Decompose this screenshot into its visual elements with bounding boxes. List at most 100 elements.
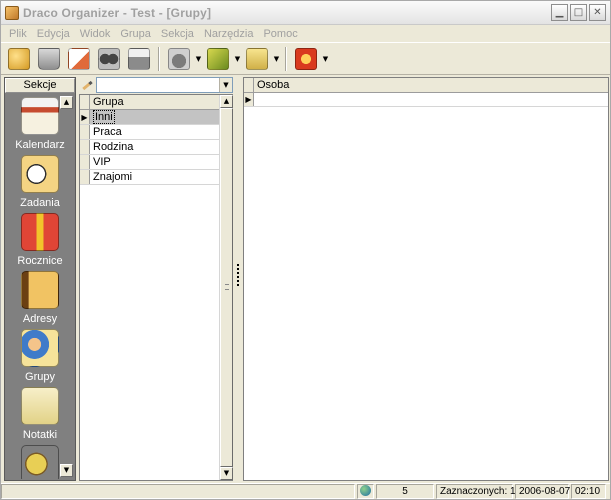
status-bar: 5 Zaznaczonych: 1 2006-08-07 02:10 xyxy=(1,483,610,499)
notes-icon xyxy=(21,387,59,425)
close-icon: ✕ xyxy=(593,7,602,18)
table-row[interactable]: VIP xyxy=(80,155,220,170)
tools-button[interactable] xyxy=(203,45,233,73)
persons-button[interactable] xyxy=(4,45,34,73)
chevron-down-icon: ▼ xyxy=(63,466,70,474)
sync-dropdown[interactable]: ▼ xyxy=(321,45,330,73)
sidebar-item-adresy[interactable]: Adresy xyxy=(5,271,75,325)
sync-button[interactable] xyxy=(291,45,321,73)
sidebar-item-grupy[interactable]: Grupy xyxy=(5,329,75,383)
gift-icon xyxy=(21,213,59,251)
current-row-icon: ▶ xyxy=(80,110,90,124)
persons-icon xyxy=(8,47,30,70)
grip-icon xyxy=(237,264,239,286)
find-button[interactable] xyxy=(94,45,124,73)
table-row[interactable]: Praca xyxy=(80,125,220,140)
sidebar-item-zadania[interactable]: Zadania xyxy=(5,155,75,209)
table-row[interactable]: ▶ Inni xyxy=(80,110,220,125)
groups-pane: ▼ Grupa ▶ Inni Praca Rodzina VIP Znajomi… xyxy=(79,77,233,481)
phone-dropdown[interactable]: ▼ xyxy=(194,45,203,73)
status-count: 5 xyxy=(376,484,434,499)
group-cell[interactable]: Praca xyxy=(90,125,220,139)
maximize-button[interactable]: □ xyxy=(570,4,587,21)
sidebar-item-label: Adresy xyxy=(22,313,58,325)
table-row[interactable]: Rodzina xyxy=(80,140,220,155)
add-button[interactable] xyxy=(242,45,272,73)
chevron-down-icon: ▼ xyxy=(223,81,229,89)
chevron-down-icon: ▼ xyxy=(223,469,230,477)
pane-splitter[interactable] xyxy=(234,77,242,481)
tools-icon xyxy=(21,445,59,479)
sidebar-item-label: Notatki xyxy=(22,429,58,441)
table-row[interactable]: Znajomi xyxy=(80,170,220,185)
sidebar-header[interactable]: Sekcje xyxy=(5,78,75,93)
minimize-icon: ▁ xyxy=(555,7,564,18)
sections-sidebar: Sekcje Kalendarz Zadania Rocznice Adresy… xyxy=(4,77,76,481)
add-icon xyxy=(246,47,268,70)
group-cell[interactable]: Znajomi xyxy=(90,170,220,184)
menu-pomoc[interactable]: Pomoc xyxy=(258,28,302,40)
edit-icon xyxy=(68,47,90,70)
status-date: 2006-08-07 xyxy=(515,484,570,499)
group-search-dropdown[interactable]: ▼ xyxy=(219,78,232,92)
persons-pane: Osoba ▶ xyxy=(243,77,609,481)
column-header-grupa[interactable]: Grupa xyxy=(90,95,220,109)
menu-plik[interactable]: Plik xyxy=(4,28,32,40)
maximize-icon: □ xyxy=(573,7,584,18)
scroll-thumb[interactable] xyxy=(220,108,233,467)
status-globe xyxy=(357,484,374,499)
menu-edycja[interactable]: Edycja xyxy=(32,28,75,40)
group-cell[interactable]: Rodzina xyxy=(90,140,220,154)
group-icon xyxy=(21,329,59,367)
menu-grupa[interactable]: Grupa xyxy=(115,28,156,40)
chevron-down-icon: ▼ xyxy=(195,54,202,63)
group-cell[interactable]: VIP xyxy=(90,155,220,169)
title-bar[interactable]: Draco Organizer - Test - [Grupy] ▁ □ ✕ xyxy=(1,1,610,25)
address-book-icon xyxy=(21,271,59,309)
chevron-down-icon: ▼ xyxy=(273,54,280,63)
scroll-down-button[interactable]: ▼ xyxy=(220,467,233,480)
sidebar-item-label: Zadania xyxy=(20,197,60,209)
toolbar: ▼ ▼ ▼ ▼ xyxy=(1,42,610,75)
group-cell[interactable]: Inni xyxy=(90,110,220,124)
delete-button[interactable] xyxy=(34,45,64,73)
phone-button[interactable] xyxy=(164,45,194,73)
column-header-osoba[interactable]: Osoba xyxy=(254,78,608,92)
row-indicator xyxy=(80,170,90,184)
sidebar-scroll-up[interactable]: ▲ xyxy=(60,96,73,109)
menu-narzedzia[interactable]: Narzędzia xyxy=(199,28,259,40)
menu-sekcja[interactable]: Sekcja xyxy=(156,28,199,40)
group-search-combo[interactable]: ▼ xyxy=(96,77,233,93)
status-time: 02:10 xyxy=(571,484,606,499)
app-icon[interactable] xyxy=(5,5,19,20)
status-message xyxy=(1,484,355,499)
groups-grid: Grupa ▶ Inni Praca Rodzina VIP Znajomi ▲… xyxy=(79,94,233,481)
sidebar-scroll-down[interactable]: ▼ xyxy=(60,464,73,477)
phone-icon xyxy=(168,47,190,70)
edit-button[interactable] xyxy=(64,45,94,73)
groups-grid-header: Grupa xyxy=(80,95,220,110)
persons-grid-header: Osoba xyxy=(244,78,608,93)
sidebar-item-notatki[interactable]: Notatki xyxy=(5,387,75,441)
menu-widok[interactable]: Widok xyxy=(75,28,116,40)
row-indicator xyxy=(80,155,90,169)
add-dropdown[interactable]: ▼ xyxy=(272,45,281,73)
groups-scrollbar[interactable]: ▲ ▼ xyxy=(219,95,233,480)
minimize-button[interactable]: ▁ xyxy=(551,4,568,21)
scroll-up-button[interactable]: ▲ xyxy=(220,95,233,108)
clock-icon xyxy=(21,155,59,193)
trash-icon xyxy=(38,47,60,70)
table-row[interactable]: ▶ xyxy=(244,93,608,107)
close-button[interactable]: ✕ xyxy=(589,4,606,21)
print-button[interactable] xyxy=(124,45,154,73)
menu-bar: Plik Edycja Widok Grupa Sekcja Narzędzia… xyxy=(1,25,610,42)
grip-icon xyxy=(225,284,229,290)
printer-icon xyxy=(128,47,150,70)
chevron-down-icon: ▼ xyxy=(322,54,329,63)
calendar-icon xyxy=(21,97,59,135)
sidebar-item-label: Rocznice xyxy=(17,255,63,267)
row-indicator xyxy=(80,125,90,139)
sidebar-item-rocznice[interactable]: Rocznice xyxy=(5,213,75,267)
row-indicator xyxy=(80,140,90,154)
tools-dropdown[interactable]: ▼ xyxy=(233,45,242,73)
